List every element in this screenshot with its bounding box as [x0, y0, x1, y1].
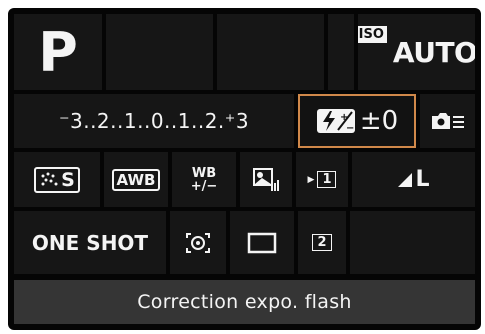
large-quality-icon — [398, 172, 413, 187]
picture-style-badge: S — [34, 166, 80, 193]
image-quality-label: L — [415, 167, 430, 192]
picture-style-cell[interactable]: S — [14, 152, 100, 207]
self-timer-badge: 2 — [312, 234, 332, 251]
auto-lighting-optimizer-cell[interactable] — [240, 152, 292, 207]
picture-style-icon — [41, 172, 58, 185]
wb-shift-top: WB — [191, 165, 217, 181]
iso-value: AUTO — [392, 35, 475, 69]
wb-shift-bottom: +/− — [190, 178, 218, 194]
empty-cell — [217, 14, 324, 90]
iso-tag: ISO — [358, 26, 387, 43]
metering-mode-cell[interactable] — [170, 211, 226, 274]
drive-mode-cell[interactable]: ▶ 1 — [296, 152, 348, 207]
white-balance-cell[interactable]: AWB — [104, 152, 168, 207]
self-timer-value: 2 — [317, 235, 327, 250]
arrow-right-icon: ▶ — [307, 174, 315, 185]
svg-text:−: − — [346, 123, 354, 134]
empty-cell — [328, 14, 354, 90]
drive-single-badge: 1 — [317, 171, 337, 188]
evaluative-metering-icon — [186, 232, 210, 253]
shooting-mode-cell[interactable]: P — [14, 14, 102, 90]
empty-cell — [106, 14, 213, 90]
iso-cell[interactable]: ISO AUTO — [358, 14, 475, 90]
flash-compensation-value: ±0 — [359, 106, 399, 136]
af-mode-label: ONE SHOT — [31, 230, 149, 255]
flash-compensation-icon: + − — [316, 109, 355, 134]
empty-cell — [350, 211, 475, 274]
picture-style-label: S — [61, 168, 75, 191]
af-mode-cell[interactable]: ONE SHOT — [14, 211, 166, 274]
auto-lighting-optimizer-icon — [253, 167, 279, 191]
self-timer-cell[interactable]: 2 — [298, 211, 346, 274]
flash-exposure-compensation-cell[interactable]: + − ±0 — [298, 94, 416, 148]
white-balance-label: AWB — [111, 168, 161, 191]
quick-control-screen: P ISO AUTO ⁻3..2..1..0..1..2.⁺3 + − ±0 S… — [8, 8, 481, 330]
drive-single-value: 1 — [322, 172, 332, 187]
custom-controls-cell[interactable] — [420, 94, 475, 148]
aspect-ratio-icon — [247, 232, 277, 253]
shooting-mode: P — [38, 20, 78, 84]
wb-shift-cell[interactable]: WB +/− — [172, 152, 236, 207]
exposure-level-scale: ⁻3..2..1..0..1..2.⁺3 — [58, 109, 250, 133]
aspect-ratio-cell[interactable] — [230, 211, 294, 274]
status-text: Correction expo. flash — [137, 291, 352, 313]
image-quality-cell[interactable]: L — [352, 152, 475, 207]
status-bar: Correction expo. flash — [14, 280, 475, 324]
exposure-level-cell[interactable]: ⁻3..2..1..0..1..2.⁺3 — [14, 94, 294, 148]
camera-settings-icon — [431, 113, 464, 129]
